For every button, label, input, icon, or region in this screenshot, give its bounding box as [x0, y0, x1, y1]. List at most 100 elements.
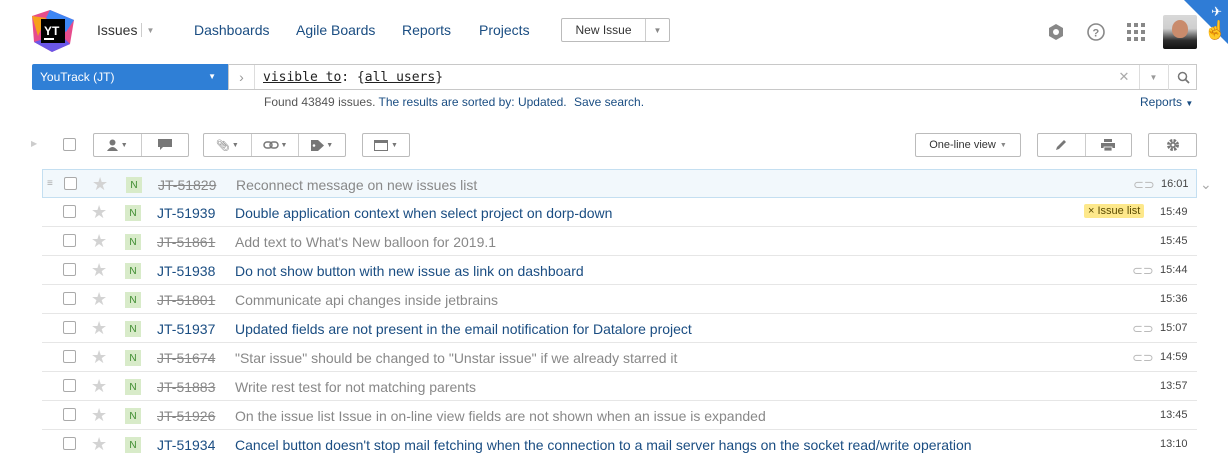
- issue-id[interactable]: JT-51926: [157, 408, 215, 424]
- drag-handle-icon[interactable]: ≡: [47, 178, 53, 189]
- link-button[interactable]: ▼: [252, 134, 300, 156]
- row-checkbox[interactable]: [63, 408, 76, 421]
- issue-tag[interactable]: × Issue list: [1084, 204, 1145, 218]
- star-icon[interactable]: ★: [91, 405, 107, 426]
- row-checkbox[interactable]: [63, 379, 76, 392]
- issue-summary[interactable]: Add text to What's New balloon for 2019.…: [235, 234, 496, 250]
- clear-icon[interactable]: ✕: [1109, 69, 1139, 85]
- issue-id[interactable]: JT-51934: [157, 437, 215, 453]
- nav-issues[interactable]: Issues ▼: [97, 22, 154, 38]
- chevron-down-icon[interactable]: ▼: [646, 19, 669, 41]
- priority-badge[interactable]: N: [125, 379, 141, 395]
- issue-summary[interactable]: Do not show button with new issue as lin…: [235, 263, 584, 279]
- table-row[interactable]: ★ N JT-51674 "Star issue" should be changed…: [42, 343, 1197, 372]
- row-checkbox[interactable]: [64, 177, 77, 190]
- search-button[interactable]: [1168, 64, 1197, 90]
- issue-id[interactable]: JT-51861: [157, 234, 215, 250]
- row-checkbox[interactable]: [63, 205, 76, 218]
- list-settings-button[interactable]: [1148, 133, 1197, 157]
- issue-summary[interactable]: Double application context when select p…: [235, 205, 612, 221]
- attach-button[interactable]: 📎︎ ▼: [204, 134, 252, 156]
- star-icon[interactable]: ★: [91, 434, 107, 455]
- layout-button[interactable]: ▼: [362, 133, 410, 157]
- issue-id[interactable]: JT-51674: [157, 350, 215, 366]
- save-search-link[interactable]: Save search.: [574, 95, 644, 109]
- issue-id[interactable]: JT-51938: [157, 263, 215, 279]
- star-icon[interactable]: ★: [91, 318, 107, 339]
- row-checkbox[interactable]: [63, 350, 76, 363]
- row-checkbox[interactable]: [63, 263, 76, 276]
- edit-button[interactable]: [1038, 134, 1086, 156]
- history-dropdown-icon[interactable]: ▼: [1139, 65, 1167, 89]
- new-issue-label[interactable]: New Issue: [562, 19, 646, 41]
- issue-summary[interactable]: On the issue list Issue in on-line view …: [235, 408, 766, 424]
- select-all-checkbox[interactable]: [63, 138, 76, 151]
- priority-badge[interactable]: N: [125, 263, 141, 279]
- table-row[interactable]: ★ N JT-51861 Add text to What's New balloon…: [42, 227, 1197, 256]
- row-checkbox[interactable]: [63, 321, 76, 334]
- priority-badge[interactable]: N: [126, 177, 142, 193]
- issue-summary[interactable]: Cancel button doesn't stop mail fetching…: [235, 437, 972, 453]
- star-icon[interactable]: ★: [91, 347, 107, 368]
- issue-id[interactable]: JT-51939: [157, 205, 215, 221]
- table-row[interactable]: ★ N JT-51934 Cancel button doesn't stop mai…: [42, 430, 1197, 458]
- issue-summary[interactable]: Communicate api changes inside jetbrains: [235, 292, 498, 308]
- nav-agile-boards[interactable]: Agile Boards: [296, 22, 375, 38]
- sort-info[interactable]: The results are sorted by: Updated.: [379, 95, 567, 109]
- issue-id[interactable]: JT-51801: [157, 292, 215, 308]
- issue-summary[interactable]: Write rest test for not matching parents: [235, 379, 476, 395]
- issue-id[interactable]: JT-51883: [157, 379, 215, 395]
- table-row[interactable]: ★ N JT-51883 Write rest test for not matchi…: [42, 372, 1197, 401]
- table-row[interactable]: ≡ ★ N JT-51829 Reconnect message on new issu…: [42, 169, 1197, 198]
- issue-id[interactable]: JT-51937: [157, 321, 215, 337]
- priority-badge[interactable]: N: [125, 321, 141, 337]
- chevron-down-icon[interactable]: ▼: [146, 26, 154, 35]
- table-row[interactable]: ★ N JT-51926 On the issue list Issue in on-…: [42, 401, 1197, 430]
- priority-badge[interactable]: N: [125, 234, 141, 250]
- search-query-text[interactable]: visible to: {all users}: [255, 70, 1109, 85]
- row-checkbox[interactable]: [63, 437, 76, 450]
- star-icon[interactable]: ★: [92, 174, 108, 195]
- issue-id[interactable]: JT-51829: [158, 177, 216, 193]
- issue-summary[interactable]: "Star issue" should be changed to "Unsta…: [235, 350, 677, 366]
- layout-toggle[interactable]: ▼: [363, 134, 409, 156]
- settings-hexagon-icon[interactable]: [1046, 22, 1066, 42]
- star-icon[interactable]: ★: [91, 260, 107, 281]
- priority-badge[interactable]: N: [125, 205, 141, 221]
- row-checkbox[interactable]: [63, 292, 76, 305]
- search-query-field[interactable]: › visible to: {all users} ✕ ▼: [228, 64, 1197, 90]
- gear-icon[interactable]: [1149, 134, 1196, 156]
- priority-badge[interactable]: N: [125, 292, 141, 308]
- table-row[interactable]: ★ N JT-51937 Updated fields are not present…: [42, 314, 1197, 343]
- star-icon[interactable]: ★: [91, 202, 107, 223]
- table-row[interactable]: ★ N JT-51939 Double application context whe…: [42, 198, 1197, 227]
- star-icon[interactable]: ★: [91, 376, 107, 397]
- view-mode-dropdown[interactable]: One-line view ▼: [915, 133, 1021, 157]
- row-checkbox[interactable]: [63, 234, 76, 247]
- sidebar-toggle-icon[interactable]: ▶: [31, 139, 37, 148]
- assignee-button[interactable]: ▼: [94, 134, 142, 156]
- project-selector[interactable]: YouTrack (JT) ▼: [32, 64, 228, 90]
- star-icon[interactable]: ★: [91, 289, 107, 310]
- table-row[interactable]: ★ N JT-51938 Do not show button with new is…: [42, 256, 1197, 285]
- rocket-icon[interactable]: ✈: [1211, 4, 1222, 20]
- youtrack-logo[interactable]: YT: [32, 10, 74, 52]
- help-icon[interactable]: ?: [1086, 22, 1106, 42]
- issue-summary[interactable]: Reconnect message on new issues list: [236, 177, 477, 193]
- print-button[interactable]: [1086, 134, 1132, 156]
- priority-badge[interactable]: N: [125, 350, 141, 366]
- star-icon[interactable]: ★: [91, 231, 107, 252]
- priority-badge[interactable]: N: [125, 408, 141, 424]
- nav-dashboards[interactable]: Dashboards: [194, 22, 270, 38]
- apps-grid-icon[interactable]: [1126, 22, 1146, 42]
- comment-button[interactable]: [142, 134, 189, 156]
- nav-projects[interactable]: Projects: [479, 22, 530, 38]
- nav-reports[interactable]: Reports: [402, 22, 451, 38]
- issue-summary[interactable]: Updated fields are not present in the em…: [235, 321, 692, 337]
- expand-chevron-icon[interactable]: ⌄: [1200, 176, 1212, 193]
- new-issue-button[interactable]: New Issue ▼: [561, 18, 670, 42]
- table-row[interactable]: ★ N JT-51801 Communicate api changes inside…: [42, 285, 1197, 314]
- tag-button[interactable]: ▼: [299, 134, 345, 156]
- chevron-right-icon[interactable]: ›: [229, 65, 255, 89]
- priority-badge[interactable]: N: [125, 437, 141, 453]
